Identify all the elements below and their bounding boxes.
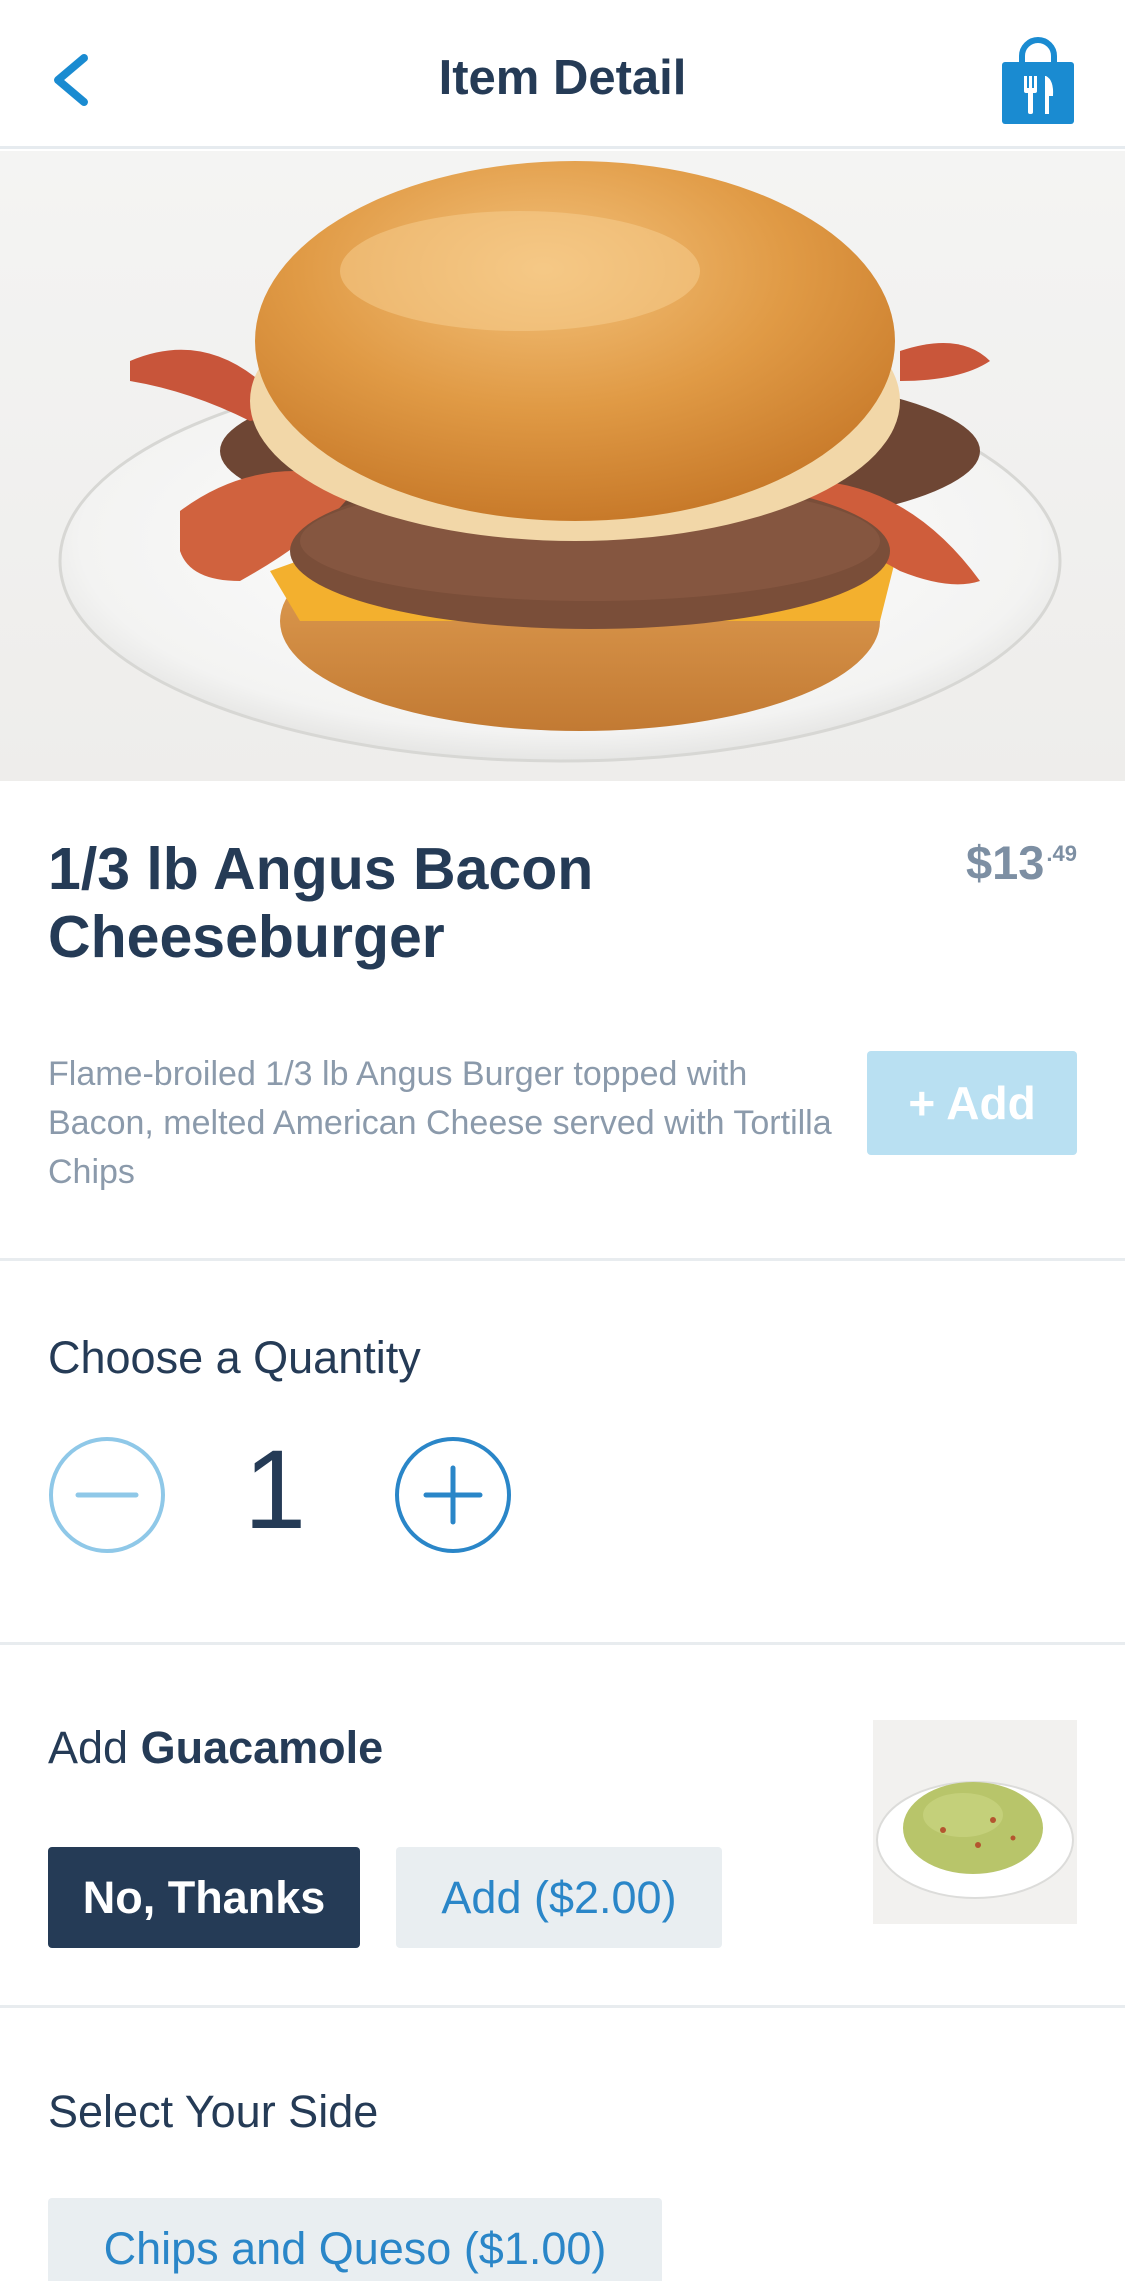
price-dollars: $13 bbox=[965, 836, 1045, 889]
divider bbox=[0, 1642, 1125, 1645]
quantity-heading: Choose a Quantity bbox=[48, 1332, 421, 1383]
item-price: $13.49 bbox=[966, 835, 1077, 890]
plus-circle-icon bbox=[395, 1437, 511, 1553]
side-option-chips-and-queso[interactable]: Chips and Queso ($1.00) bbox=[48, 2198, 662, 2281]
side-heading: Select Your Side bbox=[48, 2086, 379, 2137]
minus-circle-icon bbox=[49, 1437, 165, 1553]
guacamole-heading-prefix: Add bbox=[48, 1722, 129, 1773]
top-nav-bar: Item Detail bbox=[0, 0, 1125, 149]
price-cents: .49 bbox=[1046, 841, 1077, 866]
add-to-order-button[interactable]: + Add bbox=[867, 1051, 1077, 1155]
divider bbox=[0, 1258, 1125, 1261]
quantity-value: 1 bbox=[243, 1427, 307, 1552]
increase-quantity-button[interactable] bbox=[394, 1436, 512, 1554]
divider bbox=[0, 2005, 1125, 2008]
guacamole-heading-name: Guacamole bbox=[140, 1722, 384, 1773]
guacamole-option-no-thanks[interactable]: No, Thanks bbox=[48, 1847, 360, 1948]
guacamole-heading: Add Guacamole bbox=[48, 1722, 383, 1774]
page-title: Item Detail bbox=[438, 51, 687, 105]
item-photo bbox=[0, 151, 1125, 781]
shopping-bag-utensils-icon bbox=[1002, 37, 1074, 124]
item-description: Flame-broiled 1/3 lb Angus Burger topped… bbox=[48, 1055, 832, 1191]
decrease-quantity-button[interactable] bbox=[48, 1436, 166, 1554]
guacamole-option-add[interactable]: Add ($2.00) bbox=[396, 1847, 722, 1948]
guacamole-photo bbox=[873, 1720, 1077, 1924]
order-bag-button[interactable] bbox=[1000, 36, 1076, 126]
item-name: 1/3 lb Angus Bacon Cheeseburger bbox=[48, 836, 594, 970]
